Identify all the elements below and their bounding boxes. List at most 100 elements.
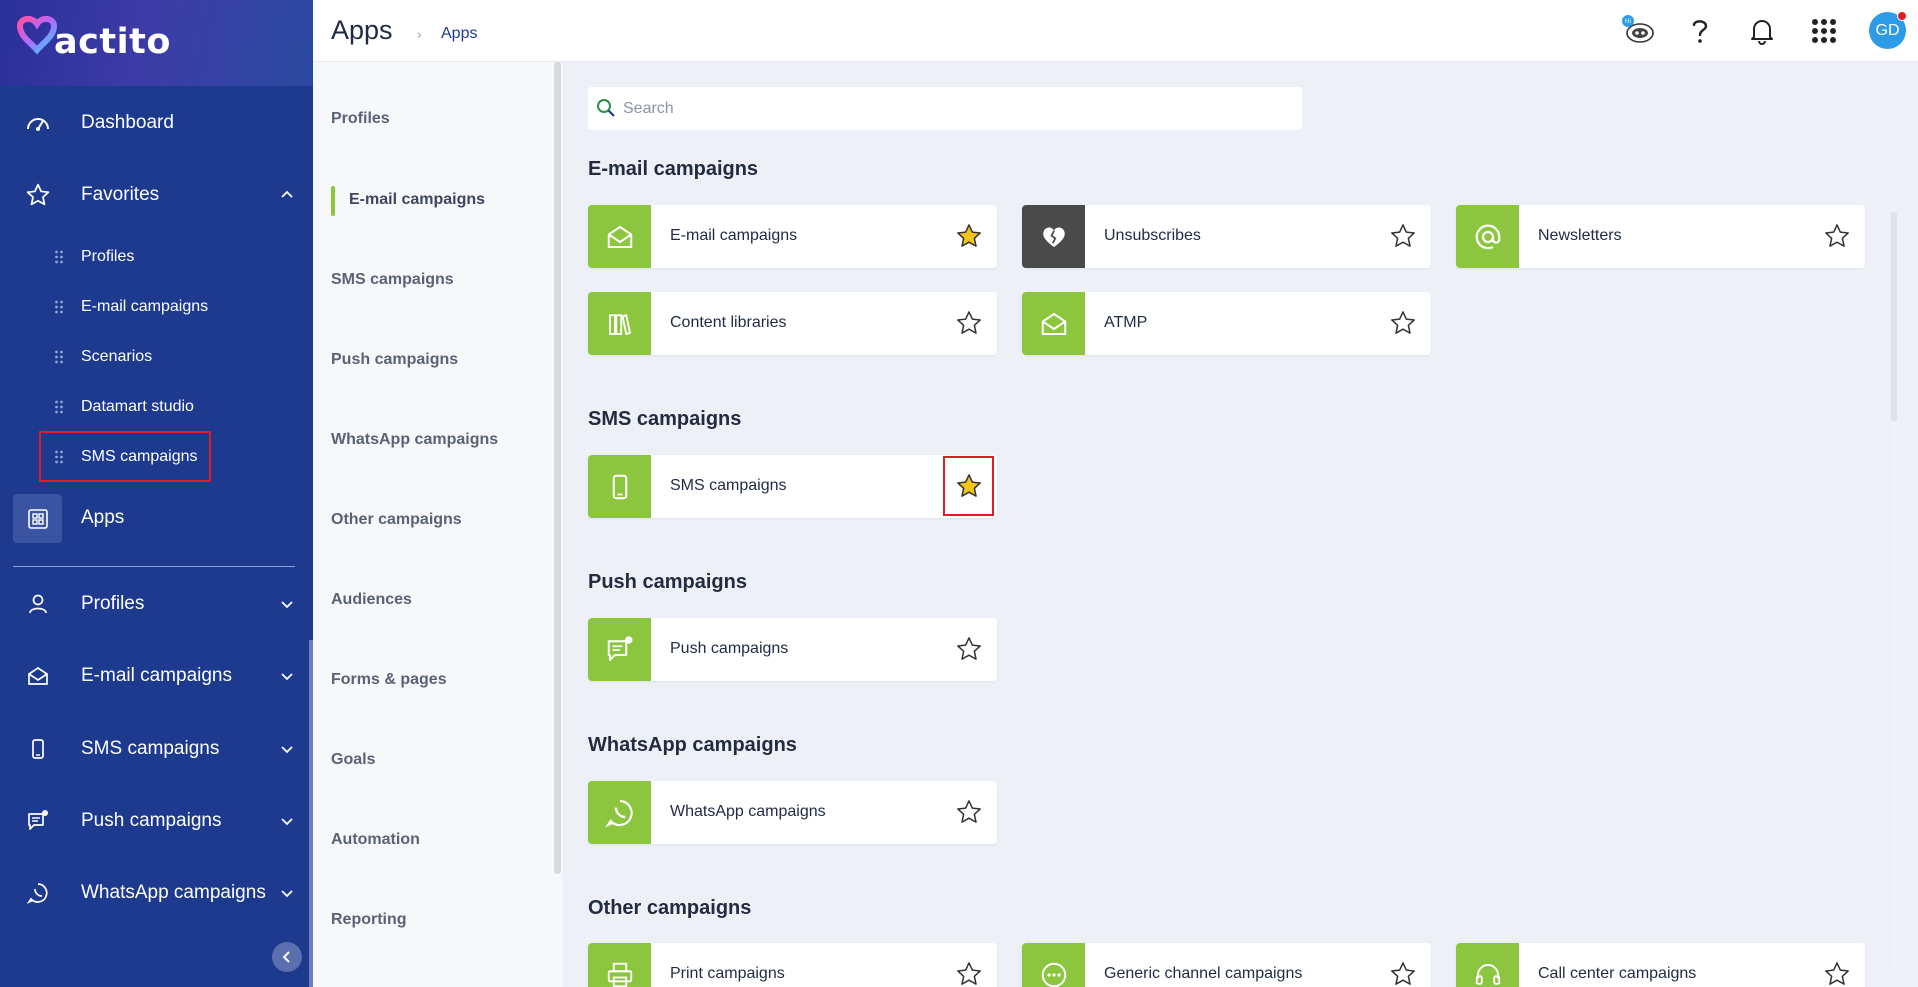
drag-handle-icon[interactable] <box>54 250 64 264</box>
app-card-call-center-campaigns[interactable]: Call center campaigns <box>1456 943 1865 987</box>
section-title-other-campaigns: Other campaigns <box>588 897 752 919</box>
question-mark-icon <box>1692 20 1708 43</box>
nav-whatsapp-campaigns[interactable]: WhatsApp campaigns <box>0 871 313 915</box>
star-filled-icon[interactable] <box>955 222 983 250</box>
breadcrumb-apps[interactable]: Apps <box>441 25 477 43</box>
app-card-generic-channel-campaigns[interactable]: Generic channel campaigns <box>1022 943 1431 987</box>
favorite-item-label: Scenarios <box>81 348 153 365</box>
collapse-sidebar-button[interactable] <box>272 942 302 972</box>
drag-handle-icon[interactable] <box>54 300 64 314</box>
star-outline-icon[interactable] <box>1389 309 1417 337</box>
chevron-down-icon[interactable] <box>279 741 295 757</box>
category-forms-pages[interactable]: Forms & pages <box>331 671 447 689</box>
star-outline-icon[interactable] <box>955 309 983 337</box>
assistant-button[interactable]: Hi <box>1619 12 1657 50</box>
nav-push-campaigns-label: Push campaigns <box>81 810 222 831</box>
app-card-content-libraries[interactable]: Content libraries <box>588 292 997 355</box>
push-message-icon <box>24 807 52 835</box>
category-audiences[interactable]: Audiences <box>331 591 412 609</box>
app-card-email-campaigns[interactable]: E-mail campaigns <box>588 205 997 268</box>
drag-handle-icon[interactable] <box>54 350 64 364</box>
main-scrollbar[interactable] <box>1891 212 1897 972</box>
nav-dashboard[interactable]: Dashboard <box>0 101 313 145</box>
app-card-name: ATMP <box>1104 314 1148 331</box>
nav-profiles[interactable]: Profiles <box>0 582 313 626</box>
app-card-print-campaigns[interactable]: Print campaigns <box>588 943 997 987</box>
category-automation[interactable]: Automation <box>331 831 420 849</box>
section-title-whatsapp-campaigns: WhatsApp campaigns <box>588 734 797 756</box>
favorite-item-profiles[interactable]: Profiles <box>40 238 310 276</box>
star-outline-icon[interactable] <box>1389 222 1417 250</box>
chevron-down-icon[interactable] <box>279 885 295 901</box>
active-category-indicator <box>331 186 335 216</box>
category-email-campaigns[interactable]: E-mail campaigns <box>349 191 485 209</box>
star-outline-icon[interactable] <box>955 798 983 826</box>
nav-apps-label: Apps <box>81 507 125 528</box>
app-card-unsubscribes[interactable]: Unsubscribes <box>1022 205 1431 268</box>
nav-favorites[interactable]: Favorites <box>0 173 313 217</box>
app-card-newsletters[interactable]: Newsletters <box>1456 205 1865 268</box>
app-card-name: Content libraries <box>670 314 787 331</box>
category-sms-campaigns[interactable]: SMS campaigns <box>331 271 454 289</box>
app-card-sms-campaigns[interactable]: SMS campaigns <box>588 455 997 518</box>
chevron-down-icon[interactable] <box>279 813 295 829</box>
app-card-name: E-mail campaigns <box>670 227 798 244</box>
star-outline-icon <box>24 181 52 209</box>
drag-handle-icon[interactable] <box>54 450 64 464</box>
whatsapp-icon <box>588 781 651 844</box>
star-outline-icon[interactable] <box>1823 222 1851 250</box>
category-profiles[interactable]: Profiles <box>331 110 390 128</box>
nav-sms-campaigns[interactable]: SMS campaigns <box>0 727 313 771</box>
nav-profiles-label: Profiles <box>81 593 145 614</box>
category-push-campaigns[interactable]: Push campaigns <box>331 351 458 369</box>
star-outline-icon[interactable] <box>1823 960 1851 987</box>
app-card-name: Print campaigns <box>670 965 785 982</box>
notifications-button[interactable] <box>1743 12 1781 50</box>
favorite-item-email-campaigns[interactable]: E-mail campaigns <box>40 288 310 326</box>
books-icon <box>588 292 651 355</box>
nav-push-campaigns[interactable]: Push campaigns <box>0 799 313 843</box>
category-other-campaigns[interactable]: Other campaigns <box>331 511 462 529</box>
star-outline-icon[interactable] <box>955 635 983 663</box>
category-scrollbar[interactable] <box>554 62 561 874</box>
favorite-item-sms-campaigns[interactable]: SMS campaigns <box>39 431 211 482</box>
app-card-push-campaigns[interactable]: Push campaigns <box>588 618 997 681</box>
chat-bubble-icon <box>1022 943 1085 987</box>
star-outline-icon[interactable] <box>955 960 983 987</box>
favorite-item-scenarios[interactable]: Scenarios <box>40 338 310 376</box>
chevron-left-icon <box>282 951 290 963</box>
help-button[interactable] <box>1681 12 1719 50</box>
favorite-item-label: SMS campaigns <box>81 447 198 465</box>
category-whatsapp-campaigns[interactable]: WhatsApp campaigns <box>331 431 498 449</box>
chevron-down-icon[interactable] <box>279 668 295 684</box>
main-scrollbar-thumb[interactable] <box>1891 212 1897 422</box>
app-launcher-button[interactable] <box>1805 12 1843 50</box>
search-icon <box>597 99 615 117</box>
nav-apps[interactable]: Apps <box>0 496 313 540</box>
drag-handle-icon[interactable] <box>54 400 64 414</box>
mobile-phone-icon <box>24 735 52 763</box>
app-card-whatsapp-campaigns[interactable]: WhatsApp campaigns <box>588 781 997 844</box>
category-reporting[interactable]: Reporting <box>331 911 407 929</box>
notification-dot <box>1897 11 1907 21</box>
envelope-open-icon <box>588 205 651 268</box>
brand-logo-text: actito <box>54 22 171 62</box>
app-card-atmp[interactable]: ATMP <box>1022 292 1431 355</box>
nav-dashboard-label: Dashboard <box>81 112 174 133</box>
favorite-item-datamart-studio[interactable]: Datamart studio <box>40 388 310 426</box>
app-card-name: SMS campaigns <box>670 477 787 494</box>
apps-main-content: E-mail campaigns E-mail campaigns Unsubs… <box>563 62 1918 987</box>
assistant-robot-icon: Hi <box>1622 15 1654 43</box>
nav-email-campaigns[interactable]: E-mail campaigns <box>0 654 313 698</box>
dashboard-gauge-icon <box>24 109 52 137</box>
section-title-push-campaigns: Push campaigns <box>588 571 747 593</box>
search-input[interactable] <box>623 87 1283 130</box>
chevron-up-icon[interactable] <box>279 187 295 203</box>
category-goals[interactable]: Goals <box>331 751 375 769</box>
chevron-down-icon[interactable] <box>279 596 295 612</box>
search-bar <box>588 87 1302 130</box>
sidebar-divider <box>13 566 295 567</box>
star-outline-icon[interactable] <box>1389 960 1417 987</box>
user-icon <box>24 590 52 618</box>
at-sign-icon <box>1456 205 1519 268</box>
